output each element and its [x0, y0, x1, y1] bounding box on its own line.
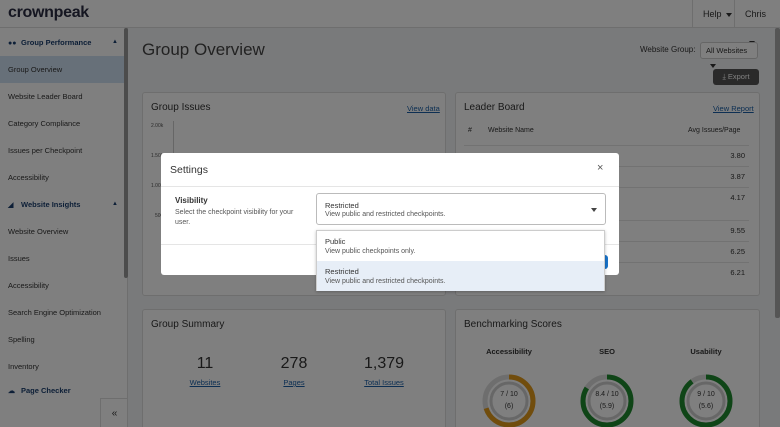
selected-option-title: Restricted — [325, 201, 359, 210]
selected-option-desc: View public and restricted checkpoints. — [325, 211, 446, 218]
option-title: Restricted — [325, 267, 359, 276]
visibility-label: Visibility — [175, 196, 208, 205]
modal-divider — [161, 186, 619, 187]
option-title: Public — [325, 237, 346, 246]
modal-title: Settings — [170, 164, 208, 176]
visibility-help: Select the checkpoint visibility for you… — [175, 209, 294, 226]
chevron-down-icon — [591, 208, 597, 212]
close-icon[interactable]: × — [597, 162, 603, 174]
option-restricted[interactable]: Restricted View public and restricted ch… — [317, 261, 604, 291]
option-public[interactable]: Public View public checkpoints only. — [317, 231, 604, 261]
option-desc: View public and restricted checkpoints. — [325, 278, 446, 285]
visibility-select[interactable]: Restricted View public and restricted ch… — [316, 193, 606, 225]
visibility-dropdown: Public View public checkpoints only. Res… — [316, 230, 605, 291]
option-desc: View public checkpoints only. — [325, 248, 416, 255]
